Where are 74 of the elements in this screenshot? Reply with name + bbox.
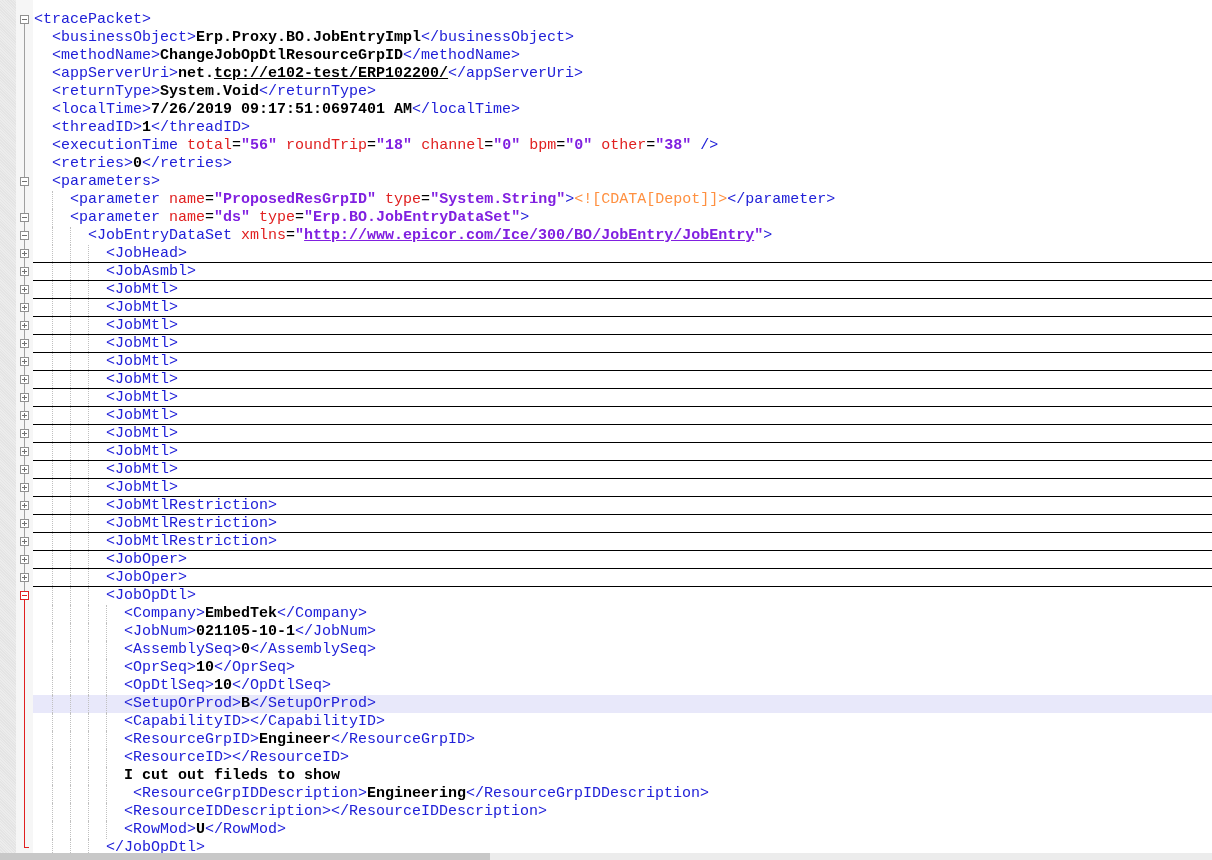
code-line: <ResourceGrpIDDescription>Engineering</ResourceGrpIDDescription> <box>132 785 710 803</box>
code-line: <Company>EmbedTek</Company> <box>124 605 368 623</box>
code-line: <JobMtl> <box>106 479 178 496</box>
code-line: <JobOper> <box>106 569 187 586</box>
expand-icon[interactable] <box>20 555 29 564</box>
collapse-icon[interactable] <box>20 231 29 240</box>
expand-icon[interactable] <box>20 303 29 312</box>
code-line: <tracePacket> <box>34 11 152 29</box>
code-line: <JobAsmbl> <box>106 263 196 280</box>
expand-icon[interactable] <box>20 447 29 456</box>
code-line: <AssemblySeq>0</AssemblySeq> <box>124 641 377 659</box>
collapse-icon[interactable] <box>20 177 29 186</box>
expand-icon[interactable] <box>20 411 29 420</box>
code-line: <JobMtl> <box>106 425 178 442</box>
expand-icon[interactable] <box>20 483 29 492</box>
expand-icon[interactable] <box>20 321 29 330</box>
code-line: <JobMtl> <box>106 407 178 424</box>
expand-icon[interactable] <box>20 573 29 582</box>
code-line: <OpDtlSeq>10</OpDtlSeq> <box>124 677 332 695</box>
code-line: <JobMtlRestriction> <box>106 515 278 532</box>
scrollbar-thumb[interactable] <box>0 853 490 860</box>
url-link[interactable]: http://www.epicor.com/Ice/300/BO/JobEntry/JobEntry <box>304 227 755 244</box>
code-line: <OprSeq>10</OprSeq> <box>124 659 296 677</box>
code-line: <JobMtl> <box>106 443 178 460</box>
code-line: <JobMtl> <box>106 371 178 388</box>
code-line: <JobEntryDataSet xmlns="http://www.epicor.com/Ice/300/BO/JobEntry/JobEntry"> <box>88 227 773 245</box>
code-line: <JobOper> <box>106 551 187 568</box>
collapse-icon[interactable] <box>20 15 29 24</box>
code-line: <parameter name="ProposedResGrpID" type="System.String"><![CDATA[Depot]]></parameter> <box>70 191 836 209</box>
expand-icon[interactable] <box>20 357 29 366</box>
code-line: <RowMod>U</RowMod> <box>124 821 287 839</box>
code-line: <parameters> <box>52 173 161 191</box>
code-line: <JobMtl> <box>106 335 178 352</box>
code-line: <businessObject>Erp.Proxy.BO.JobEntryImpl</businessObject> <box>52 29 575 47</box>
code-line: <JobMtl> <box>106 353 178 370</box>
code-line: <JobHead> <box>106 245 187 262</box>
expand-icon[interactable] <box>20 537 29 546</box>
code-line: <SetupOrProd>B</SetupOrProd> <box>124 695 377 713</box>
expand-icon[interactable] <box>20 393 29 402</box>
code-line: <JobMtlRestriction> <box>106 497 278 514</box>
code-line: <retries>0</retries> <box>52 155 233 173</box>
expand-icon[interactable] <box>20 429 29 438</box>
expand-icon[interactable] <box>20 375 29 384</box>
expand-icon[interactable] <box>20 465 29 474</box>
url-link[interactable]: tcp://e102-test/ERP102200/ <box>214 65 449 82</box>
code-line: <JobMtl> <box>106 281 178 298</box>
code-line: <JobOpDtl> <box>106 587 196 605</box>
expand-icon[interactable] <box>20 501 29 510</box>
code-line: <JobMtl> <box>106 317 178 334</box>
code-line: <localTime>7/26/2019 09:17:51:0697401 AM</localTime> <box>52 101 521 119</box>
code-line: <ResourceGrpID>Engineer</ResourceGrpID> <box>124 731 476 749</box>
expand-icon[interactable] <box>20 519 29 528</box>
code-line: <JobNum>021105-10-1</JobNum> <box>124 623 377 641</box>
code-line: <JobMtlRestriction> <box>106 533 278 550</box>
code-line: <ResourceIDDescription></ResourceIDDescription> <box>124 803 548 821</box>
code-line: <ResourceID></ResourceID> <box>124 749 350 767</box>
code-line: <returnType>System.Void</returnType> <box>52 83 377 101</box>
expand-icon[interactable] <box>20 285 29 294</box>
collapse-icon[interactable] <box>20 591 29 600</box>
collapse-icon[interactable] <box>20 213 29 222</box>
code-line: <JobMtl> <box>106 299 178 316</box>
code-line: <JobMtl> <box>106 461 178 478</box>
code-line: <methodName>ChangeJobOpDtlResourceGrpID</methodName> <box>52 47 521 65</box>
code-line: <parameter name="ds" type="Erp.BO.JobEntryDataSet"> <box>70 209 530 227</box>
code-line: I cut out fileds to show <box>124 767 341 785</box>
code-line: <JobMtl> <box>106 389 178 406</box>
horizontal-scrollbar[interactable] <box>0 853 1212 860</box>
code-line: <executionTime total="56" roundTrip="18" channel="0" bpm="0" other="38" /> <box>52 137 719 155</box>
expand-icon[interactable] <box>20 267 29 276</box>
expand-icon[interactable] <box>20 339 29 348</box>
expand-icon[interactable] <box>20 249 29 258</box>
code-line: <appServerUri>net.tcp://e102-test/ERP102200/</appServerUri> <box>52 65 584 83</box>
code-line: <threadID>1</threadID> <box>52 119 251 137</box>
code-line: <CapabilityID></CapabilityID> <box>124 713 386 731</box>
